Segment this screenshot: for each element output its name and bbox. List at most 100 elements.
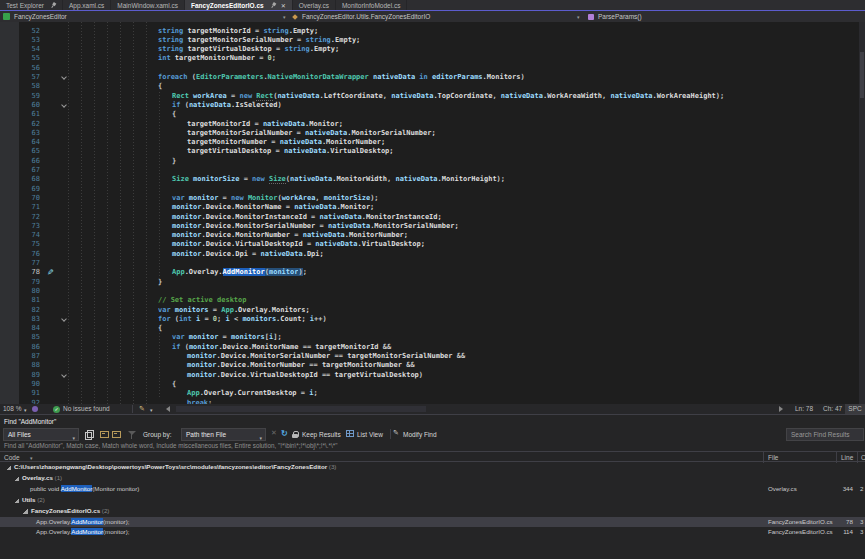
tab-mainwindow-xaml-cs[interactable]: MainWindow.xaml.cs: [111, 0, 185, 10]
scope-dropdown[interactable]: All Files ▾: [3, 428, 79, 441]
line-number[interactable]: 55: [0, 54, 40, 63]
code-cleanup-icon[interactable]: ✎: [139, 405, 145, 413]
code-line-79[interactable]: 79}: [0, 278, 865, 287]
tab-fancyzoneseditorio-cs[interactable]: FancyZonesEditorIO.cs✕: [185, 0, 293, 10]
code-line-63[interactable]: 63targetMonitorSerialNumber = nativeData…: [0, 129, 865, 138]
tab-test-explorer[interactable]: Test Explorer: [0, 0, 63, 10]
column-header-col[interactable]: Col: [861, 454, 865, 461]
line-number[interactable]: 57: [0, 73, 40, 82]
column-header-file[interactable]: File: [768, 454, 778, 461]
code-line-89[interactable]: 89monitor.Device.VirtualDesktopId == tar…: [0, 371, 865, 380]
tab-app-xaml-cs[interactable]: App.xaml.cs: [63, 0, 111, 10]
line-number[interactable]: 63: [0, 129, 40, 138]
copy-icon[interactable]: [85, 430, 93, 439]
group-by-dropdown[interactable]: Path then File ▾: [181, 428, 266, 441]
space-indicator[interactable]: SPC: [845, 404, 865, 414]
keep-results-toggle[interactable]: Keep Results: [302, 431, 341, 438]
expand-all-icon[interactable]: [100, 430, 108, 438]
code-line-77[interactable]: 77: [0, 259, 865, 268]
code-line-53[interactable]: 53string targetMonitorSerialNumber = str…: [0, 36, 865, 45]
type-dropdown[interactable]: FancyZonesEditor.Utils.FancyZonesEditorI…: [293, 11, 430, 22]
outline-collapse-chevron[interactable]: [61, 102, 67, 108]
line-number[interactable]: 91: [0, 389, 40, 398]
tab-monitorinfomodel-cs[interactable]: MonitorInfoModel.cs: [336, 0, 408, 10]
result-row[interactable]: App.Overlay.AddMonitor(monitor);FancyZon…: [0, 517, 865, 528]
code-line-54[interactable]: 54string targetVirtualDesktop = string.E…: [0, 45, 865, 54]
line-number[interactable]: 53: [0, 36, 40, 45]
result-group-row[interactable]: Utils (2): [0, 495, 865, 506]
code-line-78[interactable]: 78✎App.Overlay.AddMonitor(monitor);: [0, 268, 865, 277]
code-line-85[interactable]: 85var monitor = monitors[i];: [0, 333, 865, 342]
line-number[interactable]: 69: [0, 185, 40, 194]
line-number[interactable]: 77: [0, 259, 40, 268]
code-line-61[interactable]: 61{: [0, 110, 865, 119]
outline-collapse-chevron[interactable]: [61, 316, 67, 322]
line-number[interactable]: 58: [0, 82, 40, 91]
result-row[interactable]: public void AddMonitor(Monitor monitor)O…: [0, 484, 865, 495]
line-number[interactable]: 87: [0, 352, 40, 361]
line-number[interactable]: 89: [0, 371, 40, 380]
outline-collapse-chevron[interactable]: [61, 74, 67, 80]
line-number[interactable]: 76: [0, 250, 40, 259]
project-dropdown-arrow[interactable]: ▾: [283, 14, 286, 20]
code-line-56[interactable]: 56: [0, 64, 865, 73]
code-line-69[interactable]: 69: [0, 185, 865, 194]
code-line-58[interactable]: 58{: [0, 82, 865, 91]
code-line-59[interactable]: 59Rect workArea = new Rect(nativeData.Le…: [0, 92, 865, 101]
project-dropdown[interactable]: FancyZonesEditor: [3, 11, 67, 22]
code-line-72[interactable]: 72monitor.Device.MonitorInstanceId = nat…: [0, 213, 865, 222]
column-header-line[interactable]: Line: [841, 454, 853, 461]
health-check-icon[interactable]: ✓: [53, 406, 60, 413]
tree-expander[interactable]: [23, 509, 28, 514]
code-line-81[interactable]: 81// Set active desktop: [0, 296, 865, 305]
code-line-74[interactable]: 74monitor.Device.MonitorNumber = nativeD…: [0, 231, 865, 240]
outline-collapse-chevron[interactable]: [61, 372, 67, 378]
modify-find-button[interactable]: Modify Find: [403, 431, 437, 438]
hscroll-right-arrow[interactable]: [779, 406, 783, 412]
line-number[interactable]: 56: [0, 64, 40, 73]
line-number[interactable]: 59: [0, 92, 40, 101]
pin-icon[interactable]: [268, 1, 276, 9]
code-column-arrow[interactable]: ▾: [30, 455, 33, 461]
result-row[interactable]: App.Overlay.AddMonitor(monitor);FancyZon…: [0, 527, 865, 538]
collapse-all-icon[interactable]: [112, 430, 120, 438]
line-number[interactable]: 66: [0, 157, 40, 166]
line-number[interactable]: 86: [0, 343, 40, 352]
line-number[interactable]: 71: [0, 203, 40, 212]
line-number[interactable]: 85: [0, 333, 40, 342]
code-line-80[interactable]: 80: [0, 287, 865, 296]
line-number[interactable]: 61: [0, 110, 40, 119]
line-number[interactable]: 75: [0, 240, 40, 249]
code-line-64[interactable]: 64targetMonitorNumber = nativeData.Monit…: [0, 138, 865, 147]
line-number[interactable]: 65: [0, 147, 40, 156]
code-line-66[interactable]: 66}: [0, 157, 865, 166]
line-number[interactable]: 52: [0, 27, 40, 36]
zoom-level[interactable]: 108 %: [3, 405, 21, 413]
clear-icon[interactable]: ✕: [271, 429, 277, 437]
code-editor[interactable]: 52string targetMonitorId = string.Empty;…: [0, 22, 865, 404]
member-dropdown[interactable]: ParseParams(): [588, 11, 642, 22]
close-icon[interactable]: ✕: [281, 2, 286, 9]
code-line-75[interactable]: 75monitor.Device.VirtualDesktopId = nati…: [0, 240, 865, 249]
line-number[interactable]: 74: [0, 231, 40, 240]
hscroll-thumb[interactable]: [176, 406, 426, 412]
health-status[interactable]: No issues found: [63, 405, 110, 413]
code-line-55[interactable]: 55int targetMonitorNumber = 0;: [0, 54, 865, 63]
result-group-row[interactable]: FancyZonesEditorIO.cs (2): [0, 506, 865, 517]
search-find-results-input[interactable]: Search Find Results: [786, 428, 864, 441]
tree-expander[interactable]: [14, 476, 19, 481]
code-line-76[interactable]: 76monitor.Device.Dpi = nativeData.Dpi;: [0, 250, 865, 259]
line-number[interactable]: 73: [0, 222, 40, 231]
line-number[interactable]: 72: [0, 213, 40, 222]
code-cleanup-arrow[interactable]: ▾: [150, 406, 153, 414]
type-dropdown-arrow[interactable]: ▾: [577, 14, 580, 20]
code-line-68[interactable]: 68Size monitorSize = new Size(nativeData…: [0, 175, 865, 184]
line-number[interactable]: 83: [0, 315, 40, 324]
line-number[interactable]: 81: [0, 296, 40, 305]
line-number[interactable]: 70: [0, 194, 40, 203]
hscroll-left-arrow[interactable]: [166, 406, 170, 412]
code-line-65[interactable]: 65targetVirtualDesktop = nativeData.Virt…: [0, 147, 865, 156]
code-line-60[interactable]: 60if (nativeData.IsSelected): [0, 101, 865, 110]
zoom-dropdown-arrow[interactable]: ▾: [24, 406, 27, 414]
column-header-code[interactable]: Code: [4, 454, 20, 461]
